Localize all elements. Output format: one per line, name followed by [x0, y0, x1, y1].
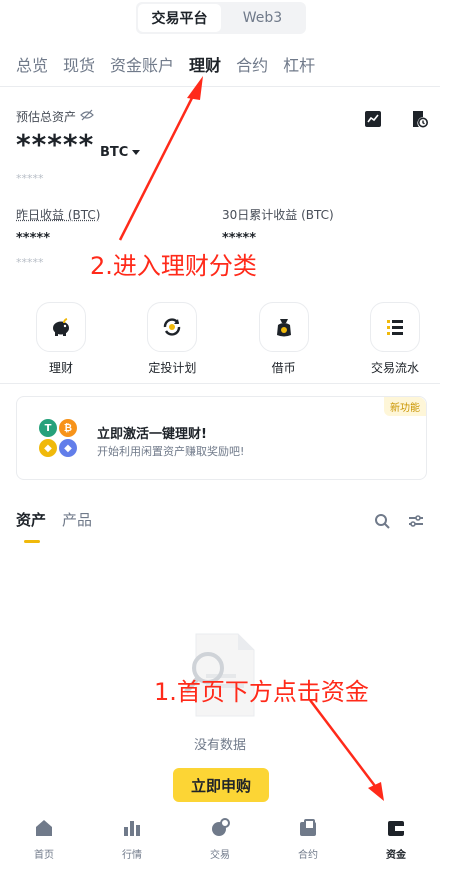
new-feature-badge: 新功能 [384, 397, 426, 416]
tab-funding[interactable]: 资金账户 [110, 52, 174, 76]
nav-wallet-label: 资金 [386, 850, 406, 861]
nav-home[interactable]: 首页 [14, 818, 74, 861]
quick-loan-label: 借币 [271, 361, 296, 375]
tab-earn[interactable]: 理财 [189, 52, 221, 76]
quick-earn-label: 理财 [48, 361, 73, 375]
recurring-icon [147, 302, 198, 352]
total-balance: ***** [16, 128, 95, 161]
coins-icon: T ₿ ◆ ◆ [39, 419, 79, 459]
nav-markets[interactable]: 行情 [102, 818, 162, 861]
piggy-bank-icon [36, 302, 86, 352]
markets-icon [122, 818, 142, 842]
quick-recurring-label: 定投计划 [148, 361, 197, 375]
home-icon [34, 818, 54, 842]
cumulative-30d-pnl: 30日累计收益 (BTC) ***** [222, 206, 334, 246]
tab-assets[interactable]: 资产 [16, 509, 46, 530]
quick-actions: 理财 定投计划 借币 交易流水 [16, 302, 440, 376]
quick-transactions[interactable]: 交易流水 [350, 302, 440, 376]
asset-tools [374, 513, 424, 533]
estimated-label-text: 预估总资产 [16, 110, 77, 124]
cum30-pnl-value: ***** [222, 231, 256, 246]
wallet-icon [386, 818, 406, 842]
list-icon [369, 302, 420, 352]
nav-trade[interactable]: 交易 [190, 818, 250, 861]
segment-web3[interactable]: Web3 [221, 4, 304, 32]
segment-exchange[interactable]: 交易平台 [138, 4, 221, 32]
tabs-divider [0, 86, 440, 87]
yesterday-pnl-sub: ***** [16, 256, 44, 269]
balance-fiat: ***** [16, 172, 44, 185]
currency-unit: BTC [100, 145, 129, 160]
trade-icon [210, 818, 230, 842]
account-tabs: 总览 现货 资金账户 理财 合约 杠杆 [16, 52, 315, 76]
asset-tabs: 资产 产品 [16, 509, 92, 530]
bottom-nav: 首页 行情 交易 合约 资金 [0, 812, 440, 872]
section-divider [0, 383, 440, 384]
quick-transactions-label: 交易流水 [370, 361, 419, 375]
tab-spot[interactable]: 现货 [63, 52, 95, 76]
search-icon[interactable] [374, 513, 390, 533]
annotation-step1: 1.首页下方点击资金 [154, 678, 369, 706]
eye-hidden-icon[interactable] [80, 109, 94, 124]
header-actions [364, 110, 428, 132]
tab-overview[interactable]: 总览 [16, 52, 48, 76]
auto-invest-banner[interactable]: 新功能 T ₿ ◆ ◆ 立即激活一键理财! 开始利用闲置资产赚取奖励吧! [16, 396, 427, 480]
yesterday-pnl-label[interactable]: 昨日收益 (BTC) [16, 206, 100, 223]
filter-icon[interactable] [408, 513, 424, 533]
annotation-step2: 2.进入理财分类 [90, 252, 257, 280]
quick-loan[interactable]: 借币 [239, 302, 329, 376]
cum30-pnl-label: 30日累计收益 (BTC) [222, 208, 334, 222]
banner-subtitle: 开始利用闲置资产赚取奖励吧! [97, 445, 245, 458]
tab-products[interactable]: 产品 [62, 509, 92, 530]
platform-switch: 交易平台 Web3 [136, 2, 306, 34]
estimated-balance-label: 预估总资产 [16, 108, 94, 125]
nav-futures[interactable]: 合约 [278, 818, 338, 861]
nav-wallet[interactable]: 资金 [366, 818, 426, 861]
quick-recurring[interactable]: 定投计划 [127, 302, 217, 376]
nav-home-label: 首页 [34, 850, 54, 861]
history-icon[interactable] [410, 110, 428, 132]
nav-trade-label: 交易 [210, 850, 230, 861]
active-tab-indicator [24, 540, 40, 543]
nav-futures-label: 合约 [298, 850, 318, 861]
subscribe-button[interactable]: 立即申购 [173, 768, 269, 802]
yesterday-pnl-value: ***** [16, 231, 50, 246]
empty-state-text: 没有数据 [193, 738, 246, 753]
yesterday-pnl: 昨日收益 (BTC) ***** ***** [16, 206, 100, 269]
loan-bag-icon [258, 302, 309, 352]
banner-title: 立即激活一键理财! [97, 427, 207, 442]
quick-earn[interactable]: 理财 [16, 302, 106, 376]
currency-selector[interactable]: BTC [100, 145, 141, 160]
futures-icon [298, 818, 318, 842]
pnl-chart-icon[interactable] [364, 110, 382, 132]
tab-futures[interactable]: 合约 [236, 52, 268, 76]
tab-margin[interactable]: 杠杆 [283, 52, 315, 76]
caret-down-icon [132, 145, 141, 160]
nav-markets-label: 行情 [122, 850, 142, 861]
